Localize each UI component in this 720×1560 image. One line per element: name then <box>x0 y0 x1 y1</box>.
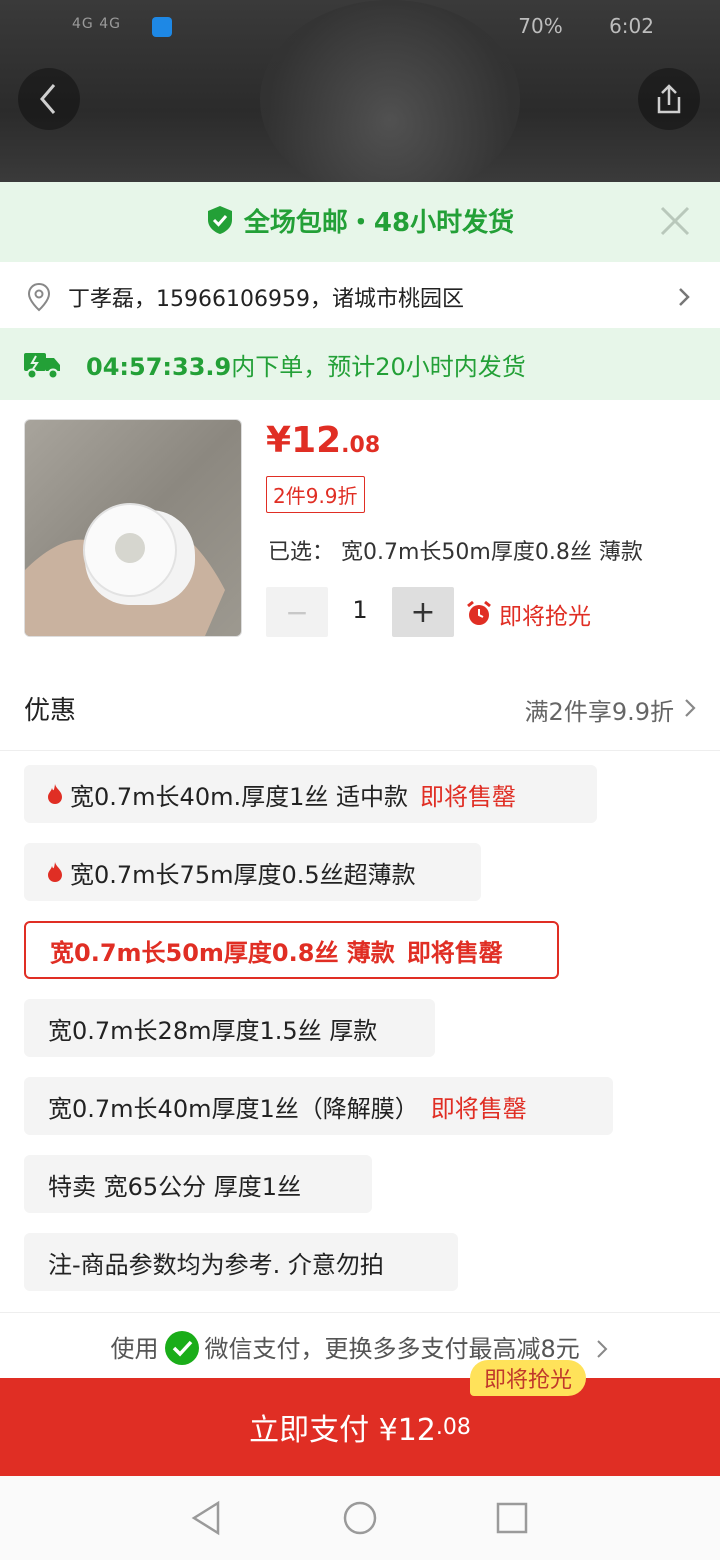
system-navigation-bar <box>0 1476 720 1560</box>
banner-text-wrap: 全场包邮・48小时发货 <box>0 202 720 239</box>
payment-method-row[interactable]: 使用 微信支付，更换多多支付最高减8元 <box>0 1312 720 1379</box>
battery-level: 70% <box>518 14 563 38</box>
wechat-pay-icon <box>164 1331 199 1365</box>
status-bar: 4G 4G 70% 6:02 <box>0 0 720 56</box>
stock-alert-text: 即将抢光 <box>499 604 591 630</box>
sku-label: 宽0.7m长40m厚度1丝（降解膜） <box>48 1094 419 1123</box>
security-shield-icon <box>152 17 172 37</box>
chevron-right-icon <box>597 1340 608 1358</box>
selected-value: 宽0.7m长50m厚度0.8丝 薄款 <box>341 540 643 565</box>
promotion-label: 优惠 <box>24 696 77 726</box>
price-symbol: ¥ <box>266 420 292 461</box>
sku-badge: 即将售罄 <box>430 1094 527 1123</box>
address-text: 丁孝磊，15966106959，诸城市桃园区 <box>68 287 464 312</box>
shield-check-icon <box>207 206 232 234</box>
sku-label: 宽0.7m长75m厚度0.5丝超薄款 <box>70 860 416 889</box>
close-icon[interactable] <box>658 204 692 238</box>
quantity-increase-button[interactable]: + <box>392 587 454 637</box>
product-thumbnail[interactable] <box>24 419 242 637</box>
sku-option[interactable]: 宽0.7m长75m厚度0.5丝超薄款 <box>24 843 481 901</box>
clock: 6:02 <box>609 14 654 38</box>
promotion-row[interactable]: 优惠 满2件享9.9折 <box>0 680 720 751</box>
shipping-estimate: 内下单，预计20小时内发货 <box>231 352 526 381</box>
product-roll-image <box>25 503 225 636</box>
quantity-decrease-button[interactable]: − <box>266 587 328 637</box>
price-integer: 12 <box>291 420 342 461</box>
location-pin-icon <box>27 282 51 312</box>
sku-label: 宽0.7m长50m厚度0.8丝 薄款 <box>50 938 395 967</box>
payment-switch-text: 微信支付，更换多多支付最高减8元 <box>204 1335 580 1363</box>
discount-tag: 2件9.9折 <box>266 476 365 513</box>
banner-text: 全场包邮・48小时发货 <box>243 208 515 238</box>
status-right: 70% 6:02 <box>518 14 654 38</box>
sku-badge: 即将售罄 <box>406 938 503 967</box>
sku-label: 宽0.7m长28m厚度1.5丝 厚款 <box>48 1016 378 1045</box>
sku-option-selected[interactable]: 宽0.7m长50m厚度0.8丝 薄款 即将售罄 <box>24 921 559 979</box>
sku-label: 特卖 宽65公分 厚度1丝 <box>48 1172 302 1201</box>
countdown-timer: 04:57:33.9 <box>86 352 232 381</box>
pay-button-label: 立即支付 ¥12 <box>249 1413 436 1448</box>
stock-alert: 即将抢光 <box>465 597 591 631</box>
sku-badge: 即将售罄 <box>420 782 516 811</box>
product-price: ¥12.08 <box>266 420 380 461</box>
nav-home-icon[interactable] <box>342 1500 378 1536</box>
pay-button-decimal: .08 <box>435 1414 471 1440</box>
fire-icon <box>48 862 62 882</box>
price-decimal: .08 <box>341 433 381 458</box>
free-shipping-banner: 全场包邮・48小时发货 <box>0 182 720 262</box>
sku-label: 注-商品参数均为参考. 介意勿拍 <box>48 1250 384 1279</box>
payment-method-text: 使用 微信支付，更换多多支付最高减8元 <box>0 1329 720 1365</box>
sku-option[interactable]: 宽0.7m长40m.厚度1丝 适中款 即将售罄 <box>24 765 597 823</box>
urgency-tag: 即将抢光 <box>470 1360 587 1396</box>
chevron-left-icon <box>40 84 56 114</box>
selected-label: 已选： <box>268 540 335 565</box>
nav-recents-icon[interactable] <box>495 1501 529 1535</box>
quantity-value[interactable]: 1 <box>340 596 380 624</box>
pay-now-button[interactable]: 立即支付 ¥12.08 <box>0 1378 720 1476</box>
shipping-countdown-row: 04:57:33.9内下单，预计20小时内发货 <box>0 328 720 400</box>
chevron-right-icon <box>685 699 696 717</box>
payment-prefix: 使用 <box>110 1335 159 1363</box>
address-row[interactable]: 丁孝磊，15966106959，诸城市桃园区 <box>0 266 720 328</box>
selected-spec: 已选： 宽0.7m长50m厚度0.8丝 薄款 <box>268 534 688 566</box>
sku-option[interactable]: 特卖 宽65公分 厚度1丝 <box>24 1155 372 1213</box>
share-icon <box>657 84 681 114</box>
share-button[interactable] <box>638 68 700 130</box>
nav-back-icon[interactable] <box>190 1500 224 1536</box>
delivery-truck-icon <box>24 353 60 380</box>
sku-option[interactable]: 注-商品参数均为参考. 介意勿拍 <box>24 1233 458 1291</box>
chevron-right-icon <box>679 288 690 306</box>
shipping-text: 04:57:33.9内下单，预计20小时内发货 <box>86 347 526 382</box>
back-button[interactable] <box>18 68 80 130</box>
promotion-value: 满2件享9.9折 <box>524 698 674 726</box>
sku-option[interactable]: 宽0.7m长28m厚度1.5丝 厚款 <box>24 999 435 1057</box>
signal-indicator: 4G 4G <box>72 16 121 32</box>
sku-label: 宽0.7m长40m.厚度1丝 适中款 <box>70 782 408 811</box>
alarm-clock-icon <box>467 600 491 625</box>
fire-icon <box>48 784 62 804</box>
sku-option[interactable]: 宽0.7m长40m厚度1丝（降解膜） 即将售罄 <box>24 1077 613 1135</box>
